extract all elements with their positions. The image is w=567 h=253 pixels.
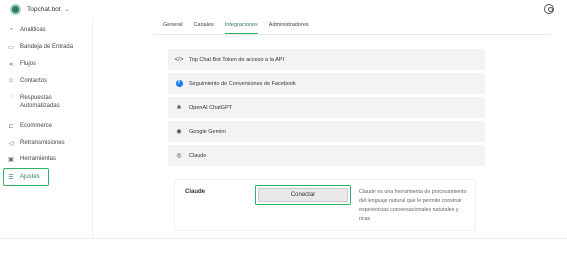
toolbox-icon: ▣ xyxy=(8,156,14,163)
sidebar-item-label: Ajustes xyxy=(20,174,40,180)
integration-item-gemini[interactable]: ◉ Google Gemini xyxy=(168,121,485,142)
sidebar-item-label: Respuestas Automatizadas xyxy=(20,94,60,110)
integration-label: Seguimiento de Conversiones de Facebook xyxy=(189,80,296,87)
integration-label: Top Chat Bot Token de acceso a la API xyxy=(189,56,284,63)
openai-icon: ❀ xyxy=(176,105,182,111)
sidebar-item-respuestas[interactable]: ◌ Respuestas Automatizadas xyxy=(4,94,90,110)
sidebar-item-label: Bandeja de Entrada xyxy=(20,44,74,50)
workspace-switcher[interactable]: Topchat.bot ⌄ xyxy=(10,4,70,15)
claude-icon: ◎ xyxy=(176,153,182,159)
panel-title: Claude xyxy=(185,189,206,195)
chevron-down-icon: ⌄ xyxy=(64,7,70,13)
sidebar-item-analiticas[interactable]: ◔ Analiticas xyxy=(4,26,90,34)
claude-connect-panel: Claude Conectar Claude es una herramient… xyxy=(174,179,476,231)
panel-description: Claude es una herramienta de procesamien… xyxy=(359,189,467,222)
flow-icon: ⋖ xyxy=(8,61,14,68)
integration-label: OpenAI ChatGPT xyxy=(189,104,233,111)
integration-item-facebook[interactable]: f Seguimiento de Conversiones de Faceboo… xyxy=(168,73,485,94)
tabs-divider xyxy=(153,34,550,35)
cart-icon: ⊏ xyxy=(8,123,14,130)
integration-label: Claude xyxy=(189,152,207,159)
sidebar-item-flujos[interactable]: ⋖ Flujos xyxy=(4,60,90,68)
sidebar-item-label: Flujos xyxy=(20,61,37,67)
sidebar-item-label: Contactos xyxy=(20,78,48,84)
sidebar-item-label-line2: Automatizadas xyxy=(20,103,60,109)
integration-item-openai[interactable]: ❀ OpenAI ChatGPT xyxy=(168,97,485,118)
integration-item-api-token[interactable]: </> Top Chat Bot Token de acceso a la AP… xyxy=(168,49,485,70)
chart-pie-icon: ◔ xyxy=(9,27,13,33)
facebook-icon: f xyxy=(174,80,184,87)
sidebar-item-retransmisiones[interactable]: ◁ Retransmisiones xyxy=(4,139,90,147)
code-icon: </> xyxy=(174,56,184,63)
app-name: Topchat.bot xyxy=(27,6,61,13)
sidebar-item-label-line1: Respuestas xyxy=(20,95,52,101)
gemini-icon: ◉ xyxy=(176,129,182,135)
sidebar: ◔ Analiticas ▭ Bandeja de Entrada ⋖ Fluj… xyxy=(0,18,93,238)
integration-label: Google Gemini xyxy=(189,128,226,135)
user-account-icon[interactable] xyxy=(544,4,554,14)
tab-canales[interactable]: Canales xyxy=(194,22,214,34)
sidebar-item-herramientas[interactable]: ▣ Herramientas xyxy=(4,155,90,163)
sidebar-item-label: Herramientas xyxy=(20,156,57,162)
footer-divider xyxy=(0,238,567,239)
settings-tabs: General Canales Integraciones Administra… xyxy=(163,22,320,34)
top-bar: Topchat.bot ⌄ xyxy=(0,0,567,18)
tab-integraciones[interactable]: Integraciones xyxy=(224,22,258,34)
sidebar-item-ecommerce[interactable]: ⊏ Ecommerce xyxy=(4,122,90,130)
integration-item-claude[interactable]: ◎ Claude xyxy=(168,145,485,166)
settings-icon: ☰ xyxy=(8,174,14,181)
sidebar-item-label: Ecommerce xyxy=(20,123,53,129)
tab-administradores[interactable]: Administradores xyxy=(269,22,309,34)
sidebar-item-ajustes[interactable]: ☰ Ajustes xyxy=(3,168,49,186)
inbox-icon: ▭ xyxy=(8,44,14,51)
broadcast-icon: ◁ xyxy=(8,140,14,147)
sidebar-item-label: Retransmisiones xyxy=(20,140,65,146)
connect-button[interactable]: Conectar xyxy=(258,188,348,202)
sidebar-item-label: Analiticas xyxy=(20,27,46,33)
connect-button-highlight: Conectar xyxy=(255,185,351,205)
sidebar-item-contactos[interactable]: ☺ Contactos xyxy=(4,77,90,85)
brand-logo xyxy=(10,4,21,15)
contacts-icon: ☺ xyxy=(7,78,15,84)
chat-icon: ◌ xyxy=(9,94,13,100)
sidebar-item-bandeja[interactable]: ▭ Bandeja de Entrada xyxy=(4,43,90,51)
tab-general[interactable]: General xyxy=(163,22,183,34)
